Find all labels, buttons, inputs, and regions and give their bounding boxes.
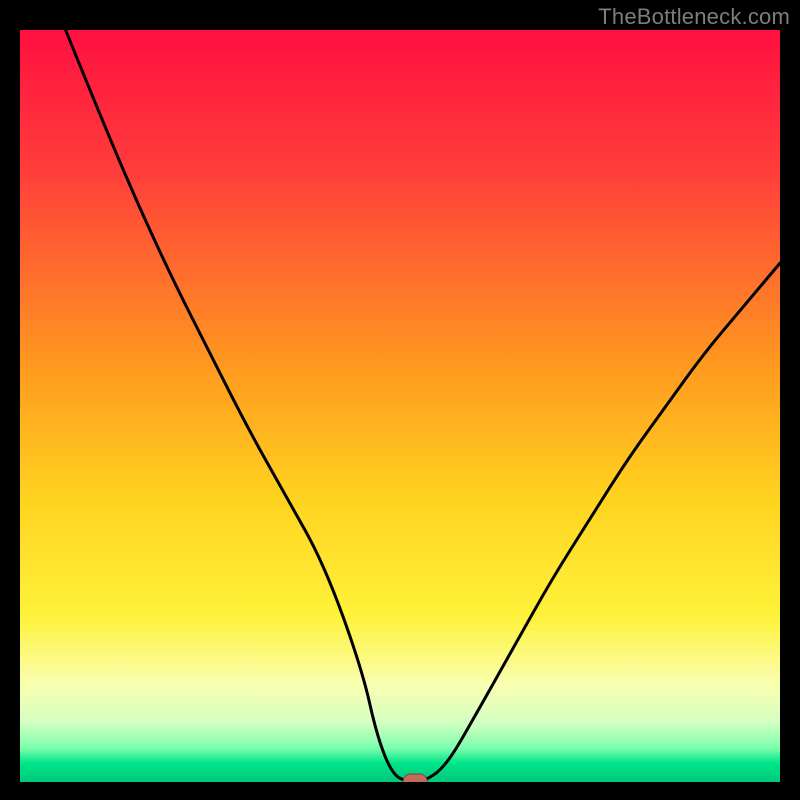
chart-svg	[20, 30, 780, 782]
chart-frame: TheBottleneck.com	[0, 0, 800, 800]
bottleneck-plot	[20, 30, 780, 782]
optimal-marker	[403, 774, 427, 782]
watermark-text: TheBottleneck.com	[598, 4, 790, 30]
